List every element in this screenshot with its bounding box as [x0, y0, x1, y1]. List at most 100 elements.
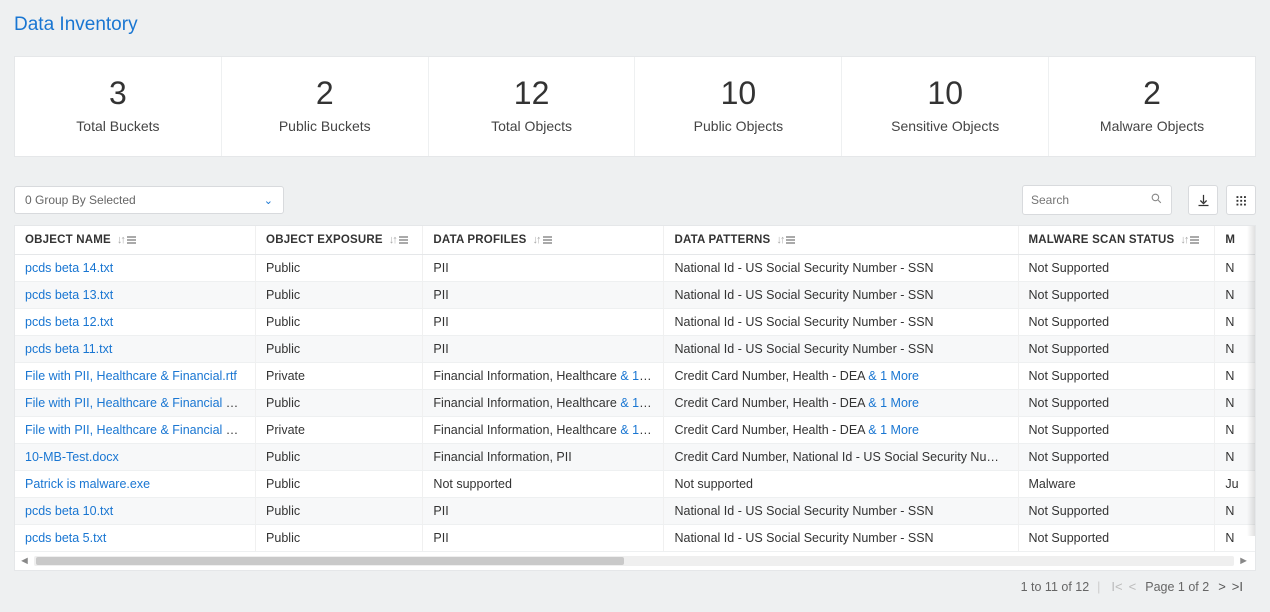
groupby-select[interactable]: 0 Group By Selected ⌄: [14, 186, 284, 214]
cell-partial: N: [1215, 444, 1255, 470]
cell-data-patterns: Not supported: [664, 471, 1018, 497]
cell-object-name: pcds beta 12.txt: [15, 309, 256, 335]
table-header: OBJECT NAME↓↑ OBJECT EXPOSURE↓↑ DATA PRO…: [15, 226, 1255, 255]
table-row: 10-MB-Test.docxPublicFinancial Informati…: [15, 444, 1255, 471]
cell-data-patterns: National Id - US Social Security Number …: [664, 282, 1018, 308]
col-malware-scan-status[interactable]: MALWARE SCAN STATUS↓↑: [1019, 226, 1216, 254]
object-link[interactable]: pcds beta 11.txt: [25, 342, 112, 356]
more-link[interactable]: & 1 More: [868, 396, 919, 410]
object-link[interactable]: pcds beta 5.txt: [25, 531, 106, 545]
cell-data-profiles: Financial Information, PII: [423, 444, 664, 470]
cell-object-exposure: Public: [256, 255, 423, 281]
cell-object-exposure: Private: [256, 417, 423, 443]
scrollbar-track: [34, 556, 1234, 566]
cell-malware-status: Not Supported: [1019, 417, 1216, 443]
summary-label: Public Objects: [643, 118, 833, 134]
object-link[interactable]: 10-MB-Test.docx: [25, 450, 119, 464]
summary-value: 3: [23, 75, 213, 112]
cell-data-profiles: PII: [423, 309, 664, 335]
cell-data-patterns: National Id - US Social Security Number …: [664, 255, 1018, 281]
search-input[interactable]: [1031, 193, 1146, 207]
table-row: File with PII, Healthcare & Financial.rt…: [15, 363, 1255, 390]
col-data-profiles[interactable]: DATA PROFILES↓↑: [423, 226, 664, 254]
cell-malware-status: Not Supported: [1019, 309, 1216, 335]
summary-cards: 3 Total Buckets 2 Public Buckets 12 Total Obj…: [14, 56, 1256, 157]
sort-icon: ↓↑: [776, 234, 795, 246]
cell-partial: N: [1215, 525, 1255, 551]
table-row: pcds beta 11.txt PublicPIINational Id - U…: [15, 336, 1255, 363]
cell-object-name: pcds beta 14.txt: [15, 255, 256, 281]
table-body: pcds beta 14.txtPublicPIINational Id - U…: [15, 255, 1255, 552]
cell-data-patterns: National Id - US Social Security Number …: [664, 336, 1018, 362]
object-link[interactable]: File with PII, Healthcare & Financial.rt…: [25, 369, 237, 383]
cell-object-exposure: Public: [256, 309, 423, 335]
cell-object-name: 10-MB-Test.docx: [15, 444, 256, 470]
cell-partial: N: [1215, 363, 1255, 389]
cell-object-name: pcds beta 13.txt: [15, 282, 256, 308]
cell-data-patterns: National Id - US Social Security Number …: [664, 525, 1018, 551]
cell-data-patterns: Credit Card Number, Health - DEA & 1 Mor…: [664, 363, 1018, 389]
scrollbar-thumb[interactable]: [36, 557, 624, 565]
table-row: pcds beta 13.txtPublicPIINational Id - U…: [15, 282, 1255, 309]
more-link[interactable]: & 1 More: [620, 423, 664, 437]
col-data-patterns[interactable]: DATA PATTERNS↓↑: [664, 226, 1018, 254]
cell-data-profiles: PII: [423, 255, 664, 281]
table-row: pcds beta 12.txt PublicPIINational Id - U…: [15, 309, 1255, 336]
horizontal-scrollbar[interactable]: ◄ ►: [15, 552, 1255, 570]
summary-value: 12: [437, 75, 627, 112]
col-object-exposure[interactable]: OBJECT EXPOSURE↓↑: [256, 226, 423, 254]
more-link[interactable]: & 1 More: [620, 396, 664, 410]
cell-malware-status: Not Supported: [1019, 444, 1216, 470]
more-link[interactable]: & 1 More: [868, 423, 919, 437]
cell-partial: N: [1215, 390, 1255, 416]
table-row: pcds beta 5.txtPublicPIINational Id - US…: [15, 525, 1255, 552]
cell-object-name: pcds beta 11.txt: [15, 336, 256, 362]
sort-icon: ↓↑: [1180, 234, 1199, 246]
table-row: File with PII, Healthcare & Financial 22…: [15, 417, 1255, 444]
cell-malware-status: Malware: [1019, 471, 1216, 497]
pagination-bar: 1 to 11 of 12 | I< < Page 1 of 2 > >I: [14, 571, 1256, 598]
summary-label: Public Buckets: [230, 118, 420, 134]
cell-object-name: File with PII, Healthcare & Financial.rt…: [15, 363, 256, 389]
col-object-name[interactable]: OBJECT NAME↓↑: [15, 226, 256, 254]
summary-value: 10: [643, 75, 833, 112]
summary-label: Total Buckets: [23, 118, 213, 134]
table-row: File with PII, Healthcare & Financial 33…: [15, 390, 1255, 417]
cell-data-patterns: National Id - US Social Security Number …: [664, 309, 1018, 335]
summary-value: 2: [230, 75, 420, 112]
cell-partial: N: [1215, 336, 1255, 362]
summary-label: Total Objects: [437, 118, 627, 134]
object-link[interactable]: File with PII, Healthcare & Financial 33…: [25, 396, 256, 410]
cell-object-name: File with PII, Healthcare & Financial 22…: [15, 417, 256, 443]
cell-malware-status: Not Supported: [1019, 255, 1216, 281]
summary-value: 2: [1057, 75, 1247, 112]
cell-object-exposure: Public: [256, 471, 423, 497]
summary-card: 2 Malware Objects: [1049, 57, 1255, 156]
columns-button[interactable]: [1226, 185, 1256, 215]
cell-partial: N: [1215, 282, 1255, 308]
download-button[interactable]: [1188, 185, 1218, 215]
cell-object-exposure: Public: [256, 282, 423, 308]
object-link[interactable]: pcds beta 14.txt: [25, 261, 113, 275]
summary-label: Malware Objects: [1057, 118, 1247, 134]
cell-object-exposure: Public: [256, 498, 423, 524]
col-partial[interactable]: M: [1215, 226, 1255, 254]
cell-data-profiles: PII: [423, 336, 664, 362]
search-icon: [1150, 192, 1163, 208]
object-link[interactable]: Patrick is malware.exe: [25, 477, 150, 491]
cell-object-name: pcds beta 5.txt: [15, 525, 256, 551]
cell-partial: N: [1215, 309, 1255, 335]
cell-object-name: pcds beta 10.txt: [15, 498, 256, 524]
cell-malware-status: Not Supported: [1019, 525, 1216, 551]
search-box[interactable]: [1022, 185, 1172, 215]
cell-data-patterns: National Id - US Social Security Number …: [664, 498, 1018, 524]
cell-malware-status: Not Supported: [1019, 498, 1216, 524]
cell-data-profiles: Not supported: [423, 471, 664, 497]
object-link[interactable]: pcds beta 12.txt: [25, 315, 113, 329]
object-link[interactable]: pcds beta 10.txt: [25, 504, 113, 518]
object-link[interactable]: File with PII, Healthcare & Financial 22…: [25, 423, 256, 437]
cell-object-exposure: Public: [256, 336, 423, 362]
object-link[interactable]: pcds beta 13.txt: [25, 288, 113, 302]
more-link[interactable]: & 1 More: [868, 369, 919, 383]
more-link[interactable]: & 1 More: [620, 369, 664, 383]
